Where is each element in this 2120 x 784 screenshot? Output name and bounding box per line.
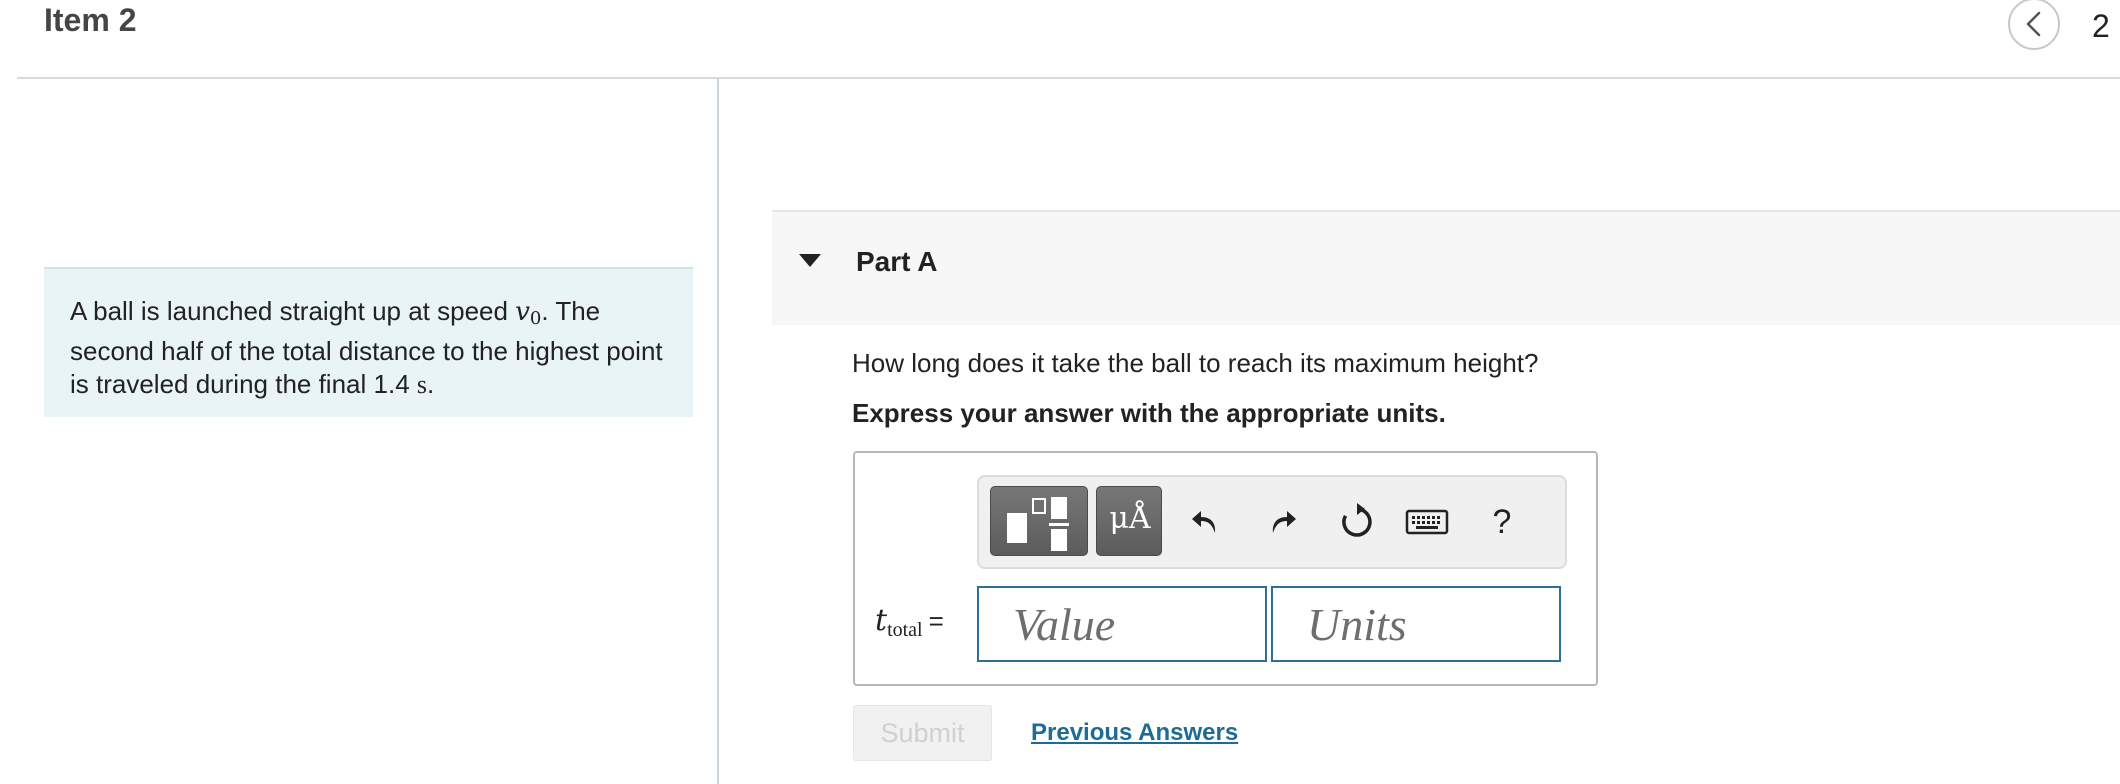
keyboard-icon [1405, 509, 1449, 535]
top-bar: Item 2 2 of 11 [0, 0, 2120, 79]
page-count: 2 of 11 [2092, 8, 2120, 44]
speed-variable: v0 [515, 297, 542, 329]
templates-button[interactable] [990, 486, 1088, 556]
reset-icon [1342, 503, 1372, 537]
problem-text: A ball is launched straight up at speed [70, 296, 516, 326]
equation-toolbar: μÅ ? [977, 475, 1567, 569]
part-title: Part A [856, 246, 938, 277]
part-a-header[interactable]: Part A [772, 210, 2120, 325]
time-value: 1.4 [373, 369, 410, 399]
previous-answers-link[interactable]: Previous Answers [1031, 719, 1238, 747]
question-text: How long does it take the ball to reach … [852, 348, 1539, 378]
undo-icon [1192, 511, 1216, 533]
answer-variable-label: ttotal = [875, 603, 944, 641]
problem-statement: A ball is launched straight up at speed … [44, 267, 693, 417]
value-input[interactable] [977, 586, 1267, 662]
item-title: Item 2 [44, 2, 137, 38]
collapse-caret-icon[interactable] [799, 254, 821, 267]
header-divider [17, 77, 2120, 79]
reset-button[interactable] [1334, 499, 1380, 545]
help-button[interactable]: ? [1482, 499, 1522, 545]
submit-button[interactable]: Submit [853, 705, 992, 761]
redo-button[interactable] [1259, 499, 1305, 545]
chevron-left-icon [2026, 11, 2041, 37]
previous-item-button[interactable] [2008, 0, 2060, 50]
units-label: μÅ [1109, 501, 1151, 536]
redo-icon [1272, 511, 1296, 533]
units-button[interactable]: μÅ [1096, 486, 1162, 556]
units-input[interactable] [1271, 586, 1561, 662]
instruction-text: Express your answer with the appropriate… [852, 398, 1446, 428]
time-unit: s [416, 370, 428, 399]
column-divider [717, 79, 719, 784]
undo-button[interactable] [1183, 499, 1229, 545]
keyboard-button[interactable] [1404, 499, 1450, 545]
answer-box: μÅ ? ttotal = Value Units [853, 451, 1598, 686]
templates-icon [1007, 497, 1069, 551]
